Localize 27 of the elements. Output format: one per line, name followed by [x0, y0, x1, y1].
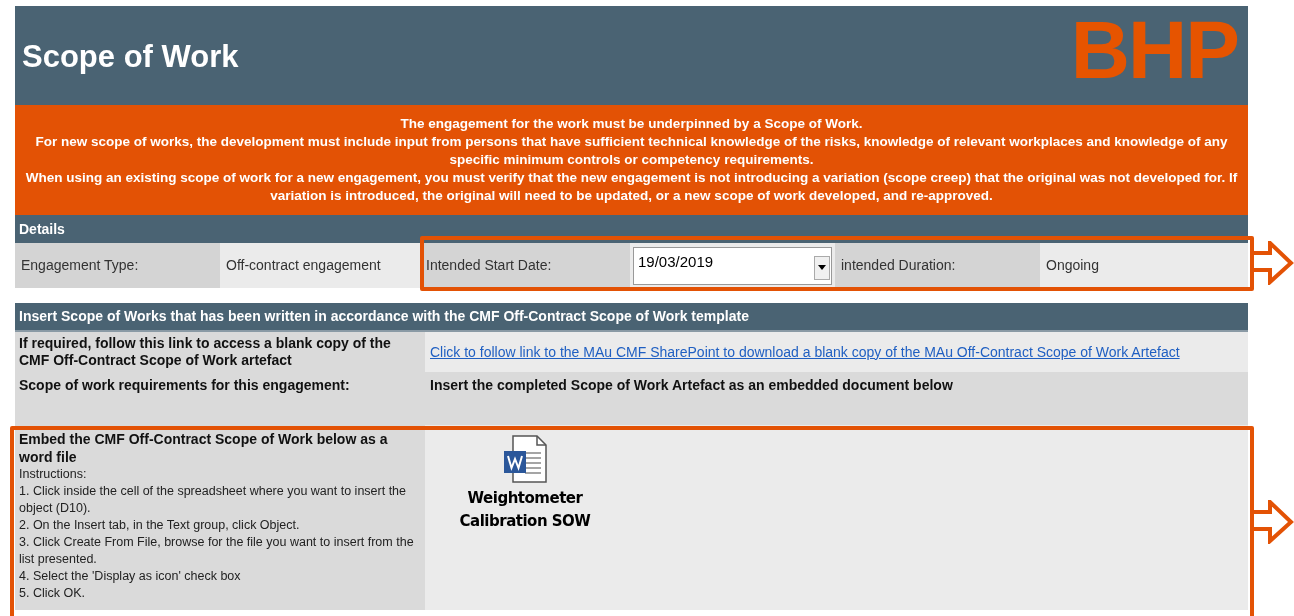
- instruction-text: 3. Click Create From File, browse for the file you want to insert from the list presented.: [19, 534, 415, 568]
- instruction-text: 1. Click inside the cell of the spreadsheet where you want to insert the object (D10).: [19, 483, 408, 517]
- caret-icon: [814, 255, 830, 280]
- sharepoint-link[interactable]: Click to follow link to the MAu CMF SharePoint to download a blank copy of the MAu Off-Contract Scope of Work Artefact: [430, 341, 1180, 363]
- field-label: Engagement Type:: [15, 243, 220, 288]
- instruction-text: 5. Click OK.: [19, 585, 86, 602]
- logo: BHP: [1070, 8, 1238, 91]
- notice-text: The engagement for the work must be underpinned by a Scope of Work.: [399, 115, 864, 133]
- notice-text: When using an existing scope of work for a new engagement, you must verify that the new engagement is not introducing a variation (scope creep) that the original was not developed for. If variation is introduced, the original will need to be updated, or a new scope of work developed, and re-approved.: [24, 169, 1239, 205]
- date-dropdown[interactable]: 19/03/2019: [633, 246, 832, 285]
- row-label: Scope of work requirements for this engagement:: [18, 376, 351, 395]
- row-value: Insert the completed Scope of Work Artefact as an embedded document below: [429, 376, 954, 395]
- word-document-icon: [503, 435, 547, 483]
- embed-title: Embed the CMF Off-Contract Scope of Work below as a word file: [19, 430, 389, 466]
- attachment-name: Weightometer Calibration SOW: [458, 488, 592, 532]
- instruction-text: Instructions:: [19, 466, 88, 483]
- page-title: Scope of Work: [22, 37, 239, 76]
- section-header: Insert Scope of Works that has been written in accordance with the CMF Off-Contract Scope of Work template: [15, 303, 1248, 332]
- field-label: intended Duration:: [835, 243, 1040, 288]
- row-label: If required, follow this link to access a blank copy of the CMF Off-Contract Scope of Work artefact: [15, 332, 425, 372]
- section-header: Details: [15, 215, 1248, 243]
- embedded-document[interactable]: Weightometer Calibration SOW: [450, 435, 600, 533]
- instruction-text: 2. On the Insert tab, in the Text group, click Object.: [19, 517, 301, 534]
- field-value: Ongoing: [1040, 243, 1248, 288]
- notice-text: For new scope of works, the development must include input from persons that have sufficient technical knowledge of the risks, knowledge of relevant workplaces and knowledge of any specific minimum controls or competency requirements.: [34, 133, 1229, 169]
- instruction-text: 4. Select the 'Display as icon' check box: [19, 568, 242, 585]
- field-value: Off-contract engagement: [220, 243, 420, 288]
